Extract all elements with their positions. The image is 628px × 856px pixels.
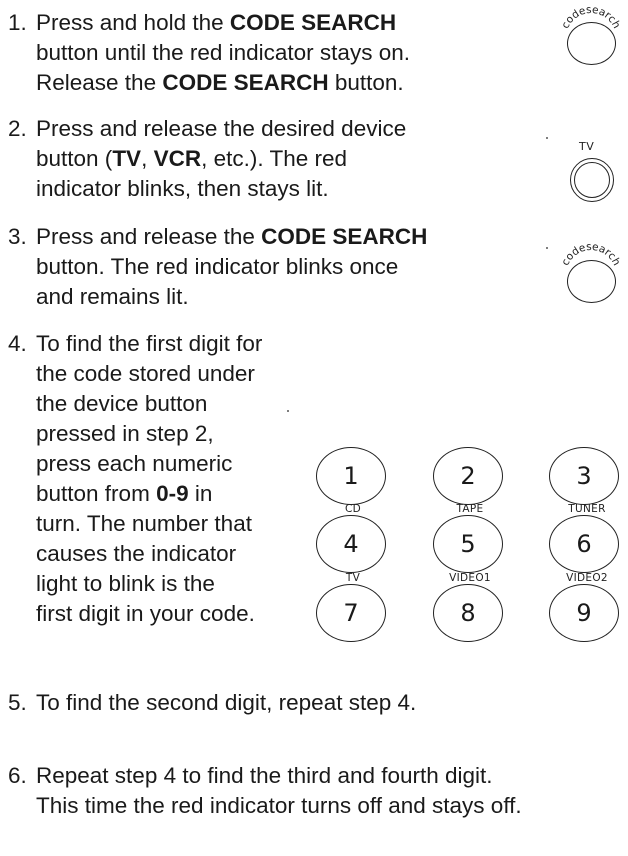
step-line: This time the red indicator turns off an… <box>36 793 522 818</box>
keypad-sublabel-tv: TV <box>345 572 361 584</box>
step-line: Repeat step 4 to find the third and four… <box>36 763 493 788</box>
keypad-key-9: 9 <box>549 584 619 642</box>
step-line: the device button <box>36 391 208 416</box>
code-search-button-icon <box>567 22 616 65</box>
emphasis: CODE SEARCH <box>229 10 397 35</box>
emphasis: VCR <box>153 146 202 171</box>
step-line: and remains lit. <box>36 284 189 309</box>
step-text: Repeat step 4 to find the third and four… <box>36 761 522 821</box>
emphasis: CODE SEARCH <box>162 70 329 95</box>
keypad-sublabel-tape: TAPE <box>456 503 484 515</box>
step-5: 5. To find the second digit, repeat step… <box>8 688 416 718</box>
step-6: 6. Repeat step 4 to find the third and f… <box>8 761 522 821</box>
step-line: To find the second digit, repeat step 4. <box>36 690 417 715</box>
step-line: button until the red indicator stays on. <box>36 40 410 65</box>
step-line: button from 0-9 in <box>36 481 213 506</box>
step-line: indicator blinks, then stays lit. <box>36 176 329 201</box>
step-line: pressed in step 2, <box>36 421 214 446</box>
step-line: Press and release the CODE SEARCH <box>36 224 428 249</box>
step-number: 4. <box>8 331 27 356</box>
step-number: 6. <box>8 763 27 788</box>
step-line: Press and release the desired device <box>36 116 407 141</box>
emphasis: 0-9 <box>156 481 189 506</box>
step-4: 4. To find the first digit for the code s… <box>8 329 262 629</box>
keypad-key-3: 3 <box>549 447 619 505</box>
step-number: 1. <box>8 10 27 35</box>
tv-button-icon <box>570 158 614 202</box>
keypad-key-1: 1 <box>316 447 386 505</box>
code-search-dot <box>546 247 548 249</box>
step-text: To find the first digit for the code stor… <box>36 329 262 629</box>
step-line: the code stored under <box>36 361 255 386</box>
keypad-sublabel-video2: VIDEO2 <box>566 572 608 584</box>
tv-button-caption: TV <box>579 140 595 153</box>
step-text: Press and hold the CODE SEARCH button unt… <box>36 8 410 98</box>
keypad-key-4: 4 <box>316 515 386 573</box>
keypad-key-5: 5 <box>433 515 503 573</box>
step-line: press each numeric <box>36 451 233 476</box>
step-text: Press and release the CODE SEARCH button.… <box>36 222 427 312</box>
step-line: light to blink is the <box>36 571 215 596</box>
step-line: button. The red indicator blinks once <box>36 254 399 279</box>
keypad-sublabel-cd: CD <box>344 503 362 515</box>
emphasis: TV <box>112 146 142 171</box>
step-2: 2. Press and release the desired device b… <box>8 114 406 204</box>
step-number: 3. <box>8 224 27 249</box>
step-text: Press and release the desired device butt… <box>36 114 406 204</box>
keypad-sublabel-tuner: TUNER <box>568 503 606 515</box>
step-text: To find the second digit, repeat step 4. <box>36 688 416 718</box>
step-line: button (TV, VCR, etc.). The red <box>36 146 348 171</box>
step-line: first digit in your code. <box>36 601 255 626</box>
step-line: To find the first digit for <box>36 331 263 356</box>
code-search-button-icon-2 <box>567 260 616 303</box>
step-line: Release the CODE SEARCH button. <box>36 70 404 95</box>
keypad-dot <box>287 410 289 412</box>
step-number: 5. <box>8 690 27 715</box>
step-line: Press and hold the CODE SEARCH <box>36 10 397 35</box>
keypad-key-7: 7 <box>316 584 386 642</box>
keypad-key-8: 8 <box>433 584 503 642</box>
step-3: 3. Press and release the CODE SEARCH butt… <box>8 222 427 312</box>
step-number: 2. <box>8 116 27 141</box>
step-1: 1. Press and hold the CODE SEARCH button … <box>8 8 410 98</box>
tv-dot <box>546 137 548 139</box>
step-line: causes the indicator <box>36 541 237 566</box>
keypad-key-2: 2 <box>433 447 503 505</box>
keypad-key-6: 6 <box>549 515 619 573</box>
keypad-sublabel-video1: VIDEO1 <box>449 572 491 584</box>
step-line: turn. The number that <box>36 511 252 536</box>
emphasis: CODE SEARCH <box>261 224 428 249</box>
